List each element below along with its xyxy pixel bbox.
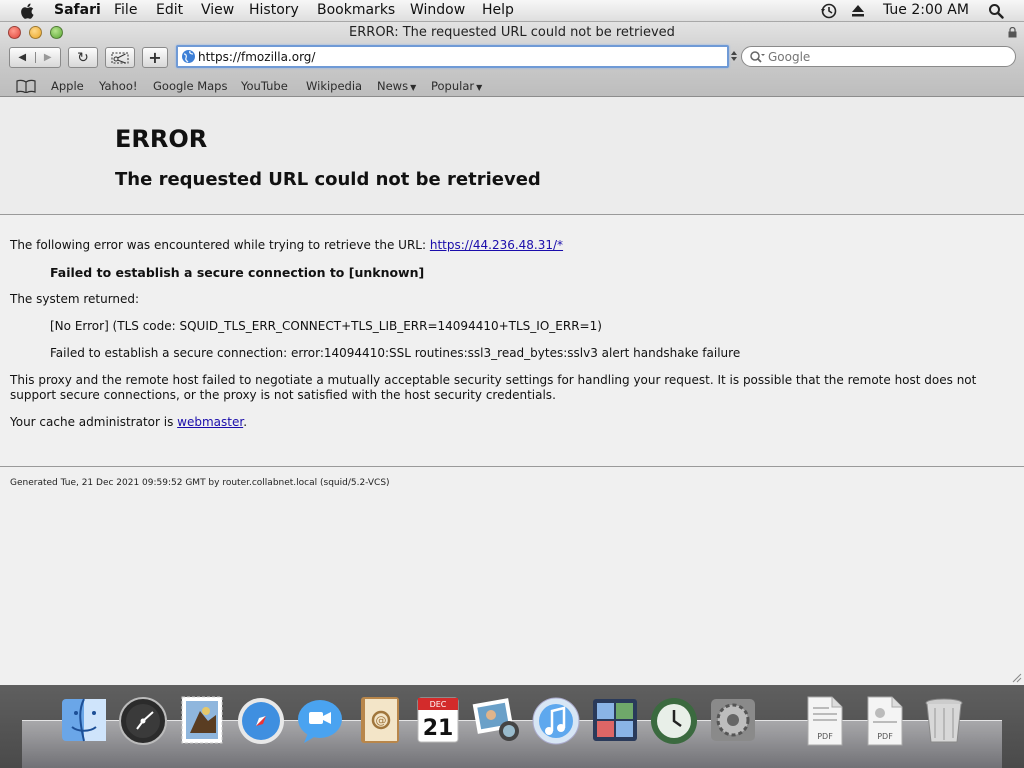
back-button[interactable]: ◀	[10, 52, 36, 63]
safari-dock-icon[interactable]	[235, 693, 287, 747]
bookmark-popular-label: Popular	[431, 79, 475, 93]
dashboard-dock-icon[interactable]	[117, 693, 169, 747]
bookmark-news-label: News	[377, 79, 409, 93]
page-title: ERROR	[115, 125, 208, 153]
window-title: ERROR: The requested URL could not be re…	[349, 25, 675, 40]
itunes-dock-icon[interactable]	[530, 693, 582, 747]
menu-clock[interactable]: Tue 2:00 AM	[883, 2, 969, 18]
open-book-icon[interactable]	[16, 79, 36, 93]
menu-app-name[interactable]: Safari	[54, 2, 101, 18]
calendar-day: 21	[423, 716, 454, 741]
add-bookmark-button[interactable]: +	[142, 47, 168, 68]
chevron-down-icon: ▼	[410, 83, 417, 92]
menu-view[interactable]: View	[201, 2, 234, 18]
bookmark-youtube[interactable]: YouTube	[241, 79, 288, 93]
bookmark-popular-menu[interactable]: Popular ▼	[431, 79, 482, 93]
spotlight-icon[interactable]	[988, 3, 1004, 19]
admin-prefix: Your cache administrator is	[10, 415, 178, 429]
svg-text:@: @	[376, 714, 387, 727]
footer-divider	[0, 466, 1024, 467]
url-input[interactable]	[198, 48, 718, 65]
bookmark-google-maps[interactable]: Google Maps	[153, 79, 227, 93]
bookmark-news-menu[interactable]: News ▼	[377, 79, 416, 93]
reload-button[interactable]: ↻	[68, 47, 98, 68]
resize-grip-icon[interactable]	[1010, 671, 1022, 683]
system-preferences-dock-icon[interactable]	[707, 693, 759, 747]
page-content: ERROR The requested URL could not be ret…	[0, 97, 1024, 685]
system-returned-label: The system returned:	[10, 292, 140, 306]
browser-toolbar: ERROR: The requested URL could not be re…	[0, 22, 1024, 97]
ical-dock-icon[interactable]: DEC 21	[412, 693, 464, 747]
menu-bookmarks[interactable]: Bookmarks	[317, 2, 395, 18]
tls-code: [No Error] (TLS code: SQUID_TLS_ERR_CONN…	[50, 319, 602, 333]
page-footer: Generated Tue, 21 Dec 2021 09:59:52 GMT …	[10, 478, 390, 488]
bookmark-wikipedia[interactable]: Wikipedia	[306, 79, 362, 93]
menu-edit[interactable]: Edit	[156, 2, 183, 18]
webmaster-link[interactable]: webmaster	[177, 415, 243, 429]
time-machine-dock-icon[interactable]	[648, 693, 700, 747]
error-header: ERROR The requested URL could not be ret…	[0, 97, 1024, 215]
error-intro-text: The following error was encountered whil…	[10, 238, 430, 252]
bookmark-apple[interactable]: Apple	[51, 79, 84, 93]
admin-line: Your cache administrator is webmaster.	[10, 415, 247, 430]
time-machine-icon[interactable]	[820, 2, 838, 20]
eject-icon[interactable]	[851, 4, 865, 18]
menu-help[interactable]: Help	[482, 2, 514, 18]
pdf-label: PDF	[817, 732, 833, 741]
pdf-document-2-dock-icon[interactable]: PDF	[858, 693, 910, 747]
snippet-button[interactable]	[105, 47, 135, 68]
apple-icon[interactable]	[18, 1, 38, 21]
search-box[interactable]	[741, 46, 1016, 67]
failed-message: Failed to establish a secure connection …	[50, 265, 425, 280]
globe-icon	[182, 50, 195, 63]
ichat-dock-icon[interactable]	[294, 693, 346, 747]
url-dropdown-icon[interactable]	[731, 51, 737, 61]
menu-history[interactable]: History	[249, 2, 299, 18]
scissors-icon	[111, 52, 129, 63]
menu-bar: Safari File Edit View History Bookmarks …	[0, 0, 1024, 22]
menu-window[interactable]: Window	[410, 2, 465, 18]
search-input[interactable]	[768, 49, 1008, 64]
trash-dock-icon[interactable]	[918, 693, 970, 747]
page-subtitle: The requested URL could not be retrieved	[115, 169, 541, 190]
calendar-month: DEC	[430, 700, 447, 709]
mail-stamp-dock-icon[interactable]	[176, 693, 228, 747]
finder-dock-icon[interactable]	[58, 693, 110, 747]
ssl-error: Failed to establish a secure connection:…	[50, 346, 741, 360]
chevron-down-icon: ▼	[476, 83, 483, 92]
pdf-label: PDF	[877, 732, 893, 741]
address-book-dock-icon[interactable]: @	[353, 693, 405, 747]
forward-button[interactable]: ▶	[36, 52, 61, 63]
iphoto-dock-icon[interactable]	[471, 693, 523, 747]
menu-file[interactable]: File	[114, 2, 137, 18]
back-forward-group: ◀ ▶	[9, 47, 61, 68]
spaces-dock-icon[interactable]	[589, 693, 641, 747]
bookmarks-bar: Apple Yahoo! Google Maps YouTube Wikiped…	[0, 75, 1024, 97]
search-icon	[750, 51, 765, 63]
failed-url-link[interactable]: https://44.236.48.31/*	[430, 238, 563, 252]
lock-icon	[1008, 27, 1017, 38]
address-bar[interactable]	[176, 45, 729, 68]
admin-suffix: .	[243, 415, 248, 429]
error-explanation: This proxy and the remote host failed to…	[10, 373, 977, 402]
bookmark-yahoo[interactable]: Yahoo!	[99, 79, 137, 93]
error-intro: The following error was encountered whil…	[10, 238, 563, 253]
pdf-document-dock-icon[interactable]: PDF	[798, 693, 850, 747]
